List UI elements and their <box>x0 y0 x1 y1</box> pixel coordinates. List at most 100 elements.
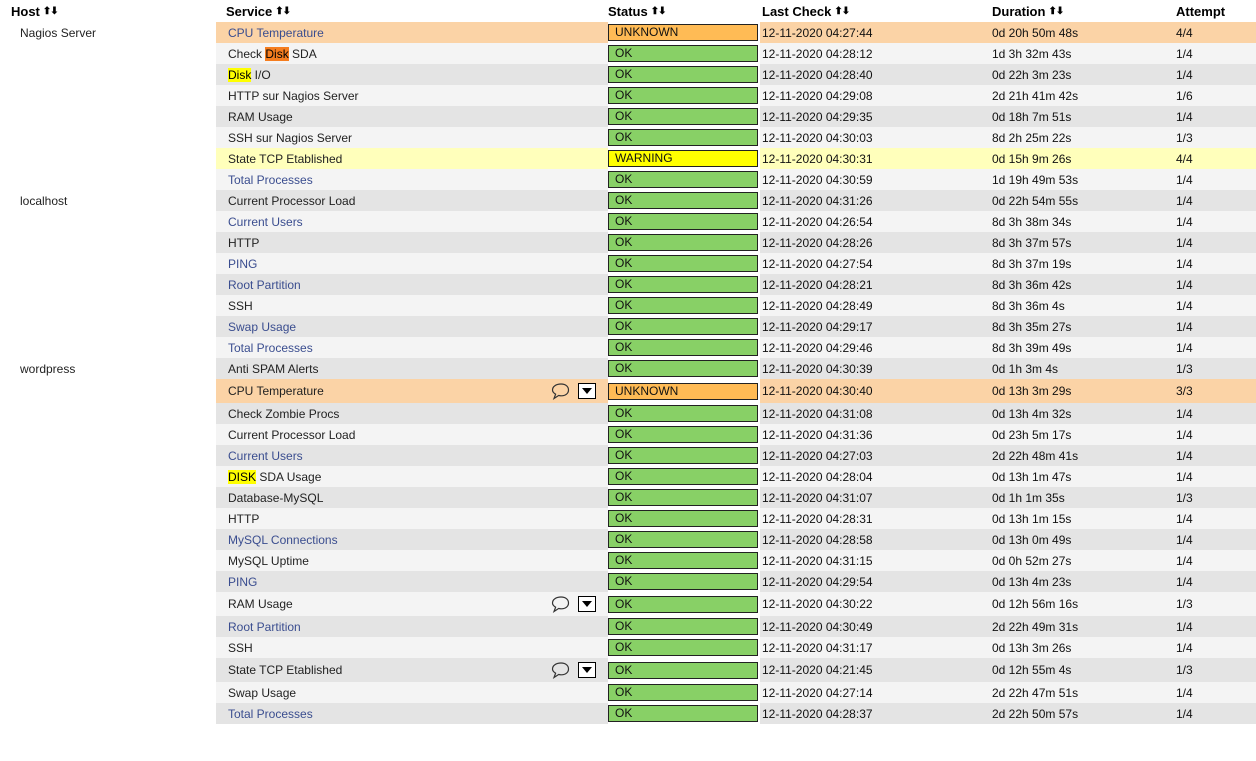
service-name-link[interactable]: Total Processes <box>228 341 313 355</box>
table-row: HTTP OK 12-11-2020 04:28:31 0d 13h 1m 15s 1/… <box>0 508 1256 529</box>
duration-value: 0d 13h 4m 32s <box>992 403 1176 424</box>
service-name-link[interactable]: Root Partition <box>228 620 301 634</box>
dropdown-arrow-icon[interactable] <box>578 383 596 399</box>
sort-arrows-icon[interactable]: ⬆⬇ <box>43 6 59 17</box>
comment-bubble-icon[interactable] <box>550 661 570 679</box>
table-row: PING OK 12-11-2020 04:29:54 0d 13h 4m 23s 1/… <box>0 571 1256 592</box>
duration-value: 0d 13h 1m 15s <box>992 508 1176 529</box>
service-name-link[interactable]: HTTP <box>228 236 259 250</box>
table-row: HTTP sur Nagios Server OK 12-11-2020 04:29… <box>0 85 1256 106</box>
sort-arrows-icon[interactable]: ⬆⬇ <box>275 6 291 17</box>
last-check-value: 12-11-2020 04:31:36 <box>760 424 992 445</box>
service-cell: Database-MySQL <box>216 487 608 508</box>
service-name-link[interactable]: Current Users <box>228 449 303 463</box>
sort-arrows-icon[interactable]: ⬆⬇ <box>1048 6 1064 17</box>
service-name-link[interactable]: HTTP sur Nagios Server <box>228 89 358 103</box>
attempt-value: 1/4 <box>1176 616 1256 637</box>
host-name-link <box>0 466 216 487</box>
service-name-link[interactable]: PING <box>228 575 257 589</box>
last-check-value: 12-11-2020 04:27:03 <box>760 445 992 466</box>
host-column-header[interactable]: Host ⬆⬇ <box>0 0 216 22</box>
last-check-value: 12-11-2020 04:31:07 <box>760 487 992 508</box>
status-badge: OK <box>608 489 758 506</box>
status-cell: OK <box>608 658 760 682</box>
host-name-link <box>0 592 216 616</box>
service-cell: HTTP <box>216 508 608 529</box>
attempt-value: 1/4 <box>1176 703 1256 724</box>
table-row: MySQL Uptime OK 12-11-2020 04:31:15 0d 0h 5… <box>0 550 1256 571</box>
host-name-link[interactable]: wordpress <box>0 358 216 379</box>
duration-value: 2d 22h 49m 31s <box>992 616 1176 637</box>
service-name-link[interactable]: CPU Temperature <box>228 26 324 40</box>
status-cell: OK <box>608 550 760 571</box>
dropdown-arrow-icon[interactable] <box>578 662 596 678</box>
service-name-link[interactable]: Swap Usage <box>228 686 296 700</box>
host-name-link[interactable]: localhost <box>0 190 216 211</box>
host-name-link <box>0 487 216 508</box>
status-column-header[interactable]: Status ⬆⬇ <box>608 0 760 22</box>
service-name-link[interactable]: RAM Usage <box>228 597 293 611</box>
service-name-link[interactable]: DISK SDA Usage <box>228 469 321 484</box>
service-name-link[interactable]: Check Disk SDA <box>228 46 317 61</box>
service-cell: Anti SPAM Alerts <box>216 358 608 379</box>
service-name-link[interactable]: Swap Usage <box>228 320 296 334</box>
service-name-link[interactable]: Current Users <box>228 215 303 229</box>
service-name-link[interactable]: MySQL Uptime <box>228 554 309 568</box>
service-name-link[interactable]: Database-MySQL <box>228 491 323 505</box>
service-cell: SSH sur Nagios Server <box>216 127 608 148</box>
attempt-column-header[interactable]: Attempt <box>1176 0 1256 22</box>
table-row: MySQL Connections OK 12-11-2020 04:28:58 0d… <box>0 529 1256 550</box>
comment-bubble-icon[interactable] <box>550 382 570 400</box>
comment-bubble-icon[interactable] <box>550 595 570 613</box>
sort-arrows-icon[interactable]: ⬆⬇ <box>834 6 850 17</box>
service-name-link[interactable]: Disk I/O <box>228 67 271 82</box>
service-name-link[interactable]: State TCP Etablished <box>228 663 342 677</box>
last-check-column-header[interactable]: Last Check ⬆⬇ <box>760 0 992 22</box>
service-name-link[interactable]: Anti SPAM Alerts <box>228 362 318 376</box>
last-check-header-label: Last Check <box>762 3 832 19</box>
service-name-link[interactable]: Total Processes <box>228 707 313 721</box>
service-name-link[interactable]: Current Processor Load <box>228 194 355 208</box>
duration-value: 0d 0h 52m 27s <box>992 550 1176 571</box>
status-cell: OK <box>608 358 760 379</box>
last-check-value: 12-11-2020 04:30:49 <box>760 616 992 637</box>
status-cell: OK <box>608 445 760 466</box>
service-header-label: Service <box>226 3 273 19</box>
service-name-link[interactable]: Current Processor Load <box>228 428 355 442</box>
search-highlight: Disk <box>265 46 289 61</box>
duration-value: 8d 3h 36m 4s <box>992 295 1176 316</box>
service-cell: PING <box>216 253 608 274</box>
service-column-header[interactable]: Service ⬆⬇ <box>216 0 608 22</box>
attempt-value: 1/3 <box>1176 127 1256 148</box>
service-name-link[interactable]: SSH <box>228 299 253 313</box>
status-badge: OK <box>608 510 758 527</box>
service-name-link[interactable]: Check Zombie Procs <box>228 407 339 421</box>
row-tools <box>550 595 596 613</box>
service-name-link[interactable]: Root Partition <box>228 278 301 292</box>
service-name-link[interactable]: HTTP <box>228 512 259 526</box>
service-name-link[interactable]: MySQL Connections <box>228 533 338 547</box>
service-cell: DISK SDA Usage <box>216 466 608 487</box>
attempt-value: 1/4 <box>1176 424 1256 445</box>
duration-column-header[interactable]: Duration ⬆⬇ <box>992 0 1176 22</box>
service-name-link[interactable]: SSH <box>228 641 253 655</box>
duration-value: 8d 2h 25m 22s <box>992 127 1176 148</box>
service-name-link[interactable]: Total Processes <box>228 173 313 187</box>
service-name-link[interactable]: State TCP Etablished <box>228 152 342 166</box>
sort-arrows-icon[interactable]: ⬆⬇ <box>651 6 667 17</box>
host-name-link <box>0 379 216 403</box>
host-name-link <box>0 616 216 637</box>
host-name-link[interactable]: Nagios Server <box>0 22 216 43</box>
duration-value: 2d 21h 41m 42s <box>992 85 1176 106</box>
table-row: CPU Temperature UNKNOWN 12-11-2020 04:30:4… <box>0 379 1256 403</box>
duration-value: 0d 22h 3m 23s <box>992 64 1176 85</box>
dropdown-arrow-icon[interactable] <box>578 596 596 612</box>
service-name-link[interactable]: RAM Usage <box>228 110 293 124</box>
service-name-link[interactable]: CPU Temperature <box>228 384 324 398</box>
status-cell: OK <box>608 616 760 637</box>
attempt-header-label: Attempt <box>1176 3 1226 19</box>
service-name-link[interactable]: PING <box>228 257 257 271</box>
status-cell: OK <box>608 337 760 358</box>
service-cell: SSH <box>216 295 608 316</box>
service-name-link[interactable]: SSH sur Nagios Server <box>228 131 352 145</box>
